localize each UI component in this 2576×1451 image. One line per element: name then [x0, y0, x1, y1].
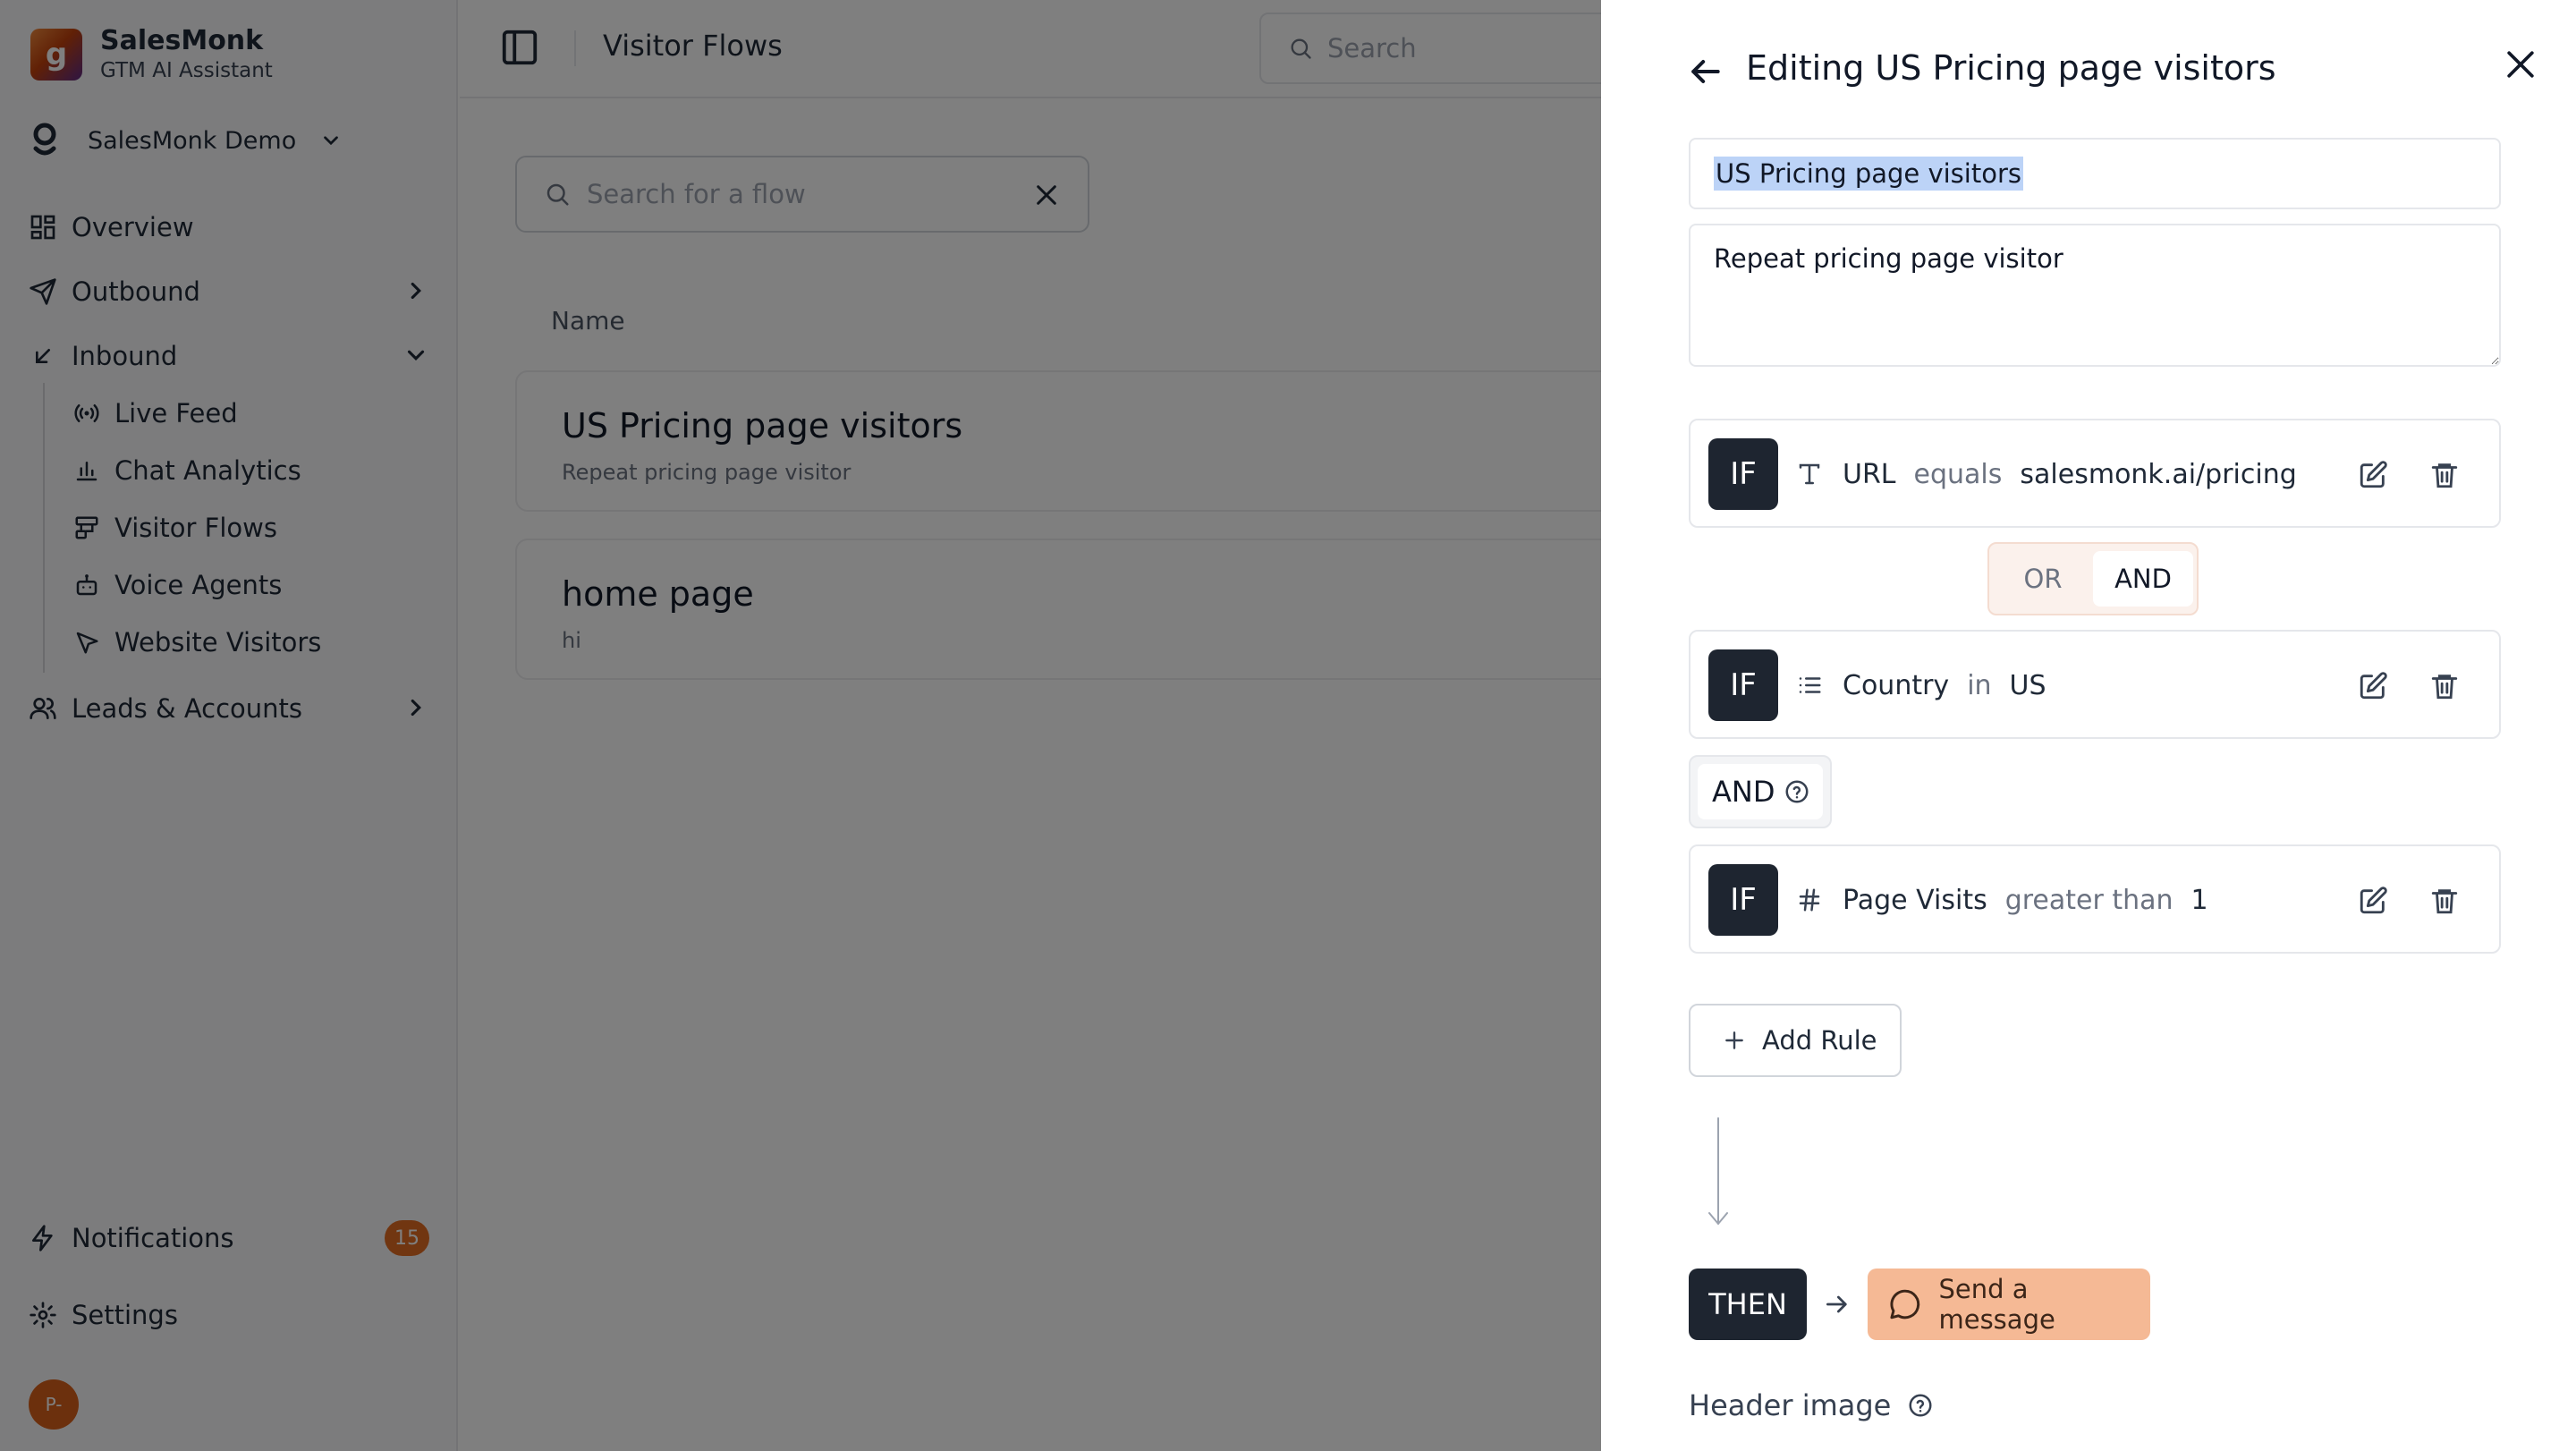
rule-operator: in — [1967, 669, 1992, 701]
if-label: IF — [1708, 864, 1778, 936]
close-icon[interactable] — [2501, 45, 2540, 84]
rule-card[interactable]: IF URL equals salesmonk.ai/pricing — [1689, 419, 2501, 528]
action-send-message-button[interactable]: Send a message — [1868, 1269, 2150, 1340]
rule-field: Country — [1843, 669, 1950, 701]
rule-operator: equals — [1913, 458, 2003, 490]
message-bubble-icon — [1890, 1289, 1920, 1319]
group-connector-label: AND — [1712, 775, 1775, 809]
plus-icon — [1725, 1031, 1743, 1049]
flow-arrow-down-icon — [1708, 1117, 1728, 1226]
rule-field: Page Visits — [1843, 884, 1987, 916]
logic-toggle: OR AND — [1987, 542, 2199, 615]
action-label: Send a message — [1938, 1274, 2055, 1335]
edit-icon[interactable] — [2358, 671, 2388, 701]
logic-or-option[interactable]: OR — [1996, 551, 2089, 607]
rule-value: 1 — [2190, 884, 2208, 916]
list-icon — [1799, 677, 1821, 693]
header-image-section: Header image — [1689, 1388, 1934, 1422]
back-arrow-icon[interactable] — [1685, 52, 1724, 91]
edit-icon[interactable] — [2358, 460, 2388, 490]
edit-icon[interactable] — [2358, 886, 2388, 916]
if-label: IF — [1708, 649, 1778, 721]
trash-icon[interactable] — [2429, 886, 2460, 916]
rule-field: URL — [1843, 458, 1896, 490]
flow-name-value: US Pricing page visitors — [1714, 157, 2023, 191]
if-label: IF — [1708, 438, 1778, 510]
add-rule-button[interactable]: Add Rule — [1689, 1004, 1902, 1077]
help-circle-icon[interactable] — [1907, 1392, 1934, 1419]
rule-value: salesmonk.ai/pricing — [2020, 458, 2297, 490]
header-image-label: Header image — [1689, 1388, 1892, 1422]
rule-value: US — [2009, 669, 2046, 701]
then-label: THEN — [1689, 1269, 1807, 1340]
group-connector-chip[interactable]: AND — [1689, 755, 1832, 828]
trash-icon[interactable] — [2429, 460, 2460, 490]
hash-icon — [1799, 888, 1820, 912]
trash-icon[interactable] — [2429, 671, 2460, 701]
flow-description-field[interactable]: Repeat pricing page visitor — [1689, 224, 2501, 367]
flow-name-field[interactable]: US Pricing page visitors — [1689, 138, 2501, 209]
arrow-right-icon — [1826, 1295, 1847, 1313]
rule-card[interactable]: IF Country in US — [1689, 630, 2501, 739]
modal-backdrop[interactable] — [0, 0, 1601, 1451]
help-circle-icon[interactable] — [1784, 778, 1810, 805]
rule-operator: greater than — [2004, 884, 2174, 916]
rule-card[interactable]: IF Page Visits greater than 1 — [1689, 844, 2501, 954]
drawer-title: Editing US Pricing page visitors — [1746, 48, 2276, 88]
edit-flow-drawer: Editing US Pricing page visitors US Pric… — [1601, 0, 2576, 1451]
logic-and-option[interactable]: AND — [2093, 551, 2193, 607]
add-rule-label: Add Rule — [1762, 1025, 1877, 1056]
text-type-icon — [1799, 463, 1820, 485]
